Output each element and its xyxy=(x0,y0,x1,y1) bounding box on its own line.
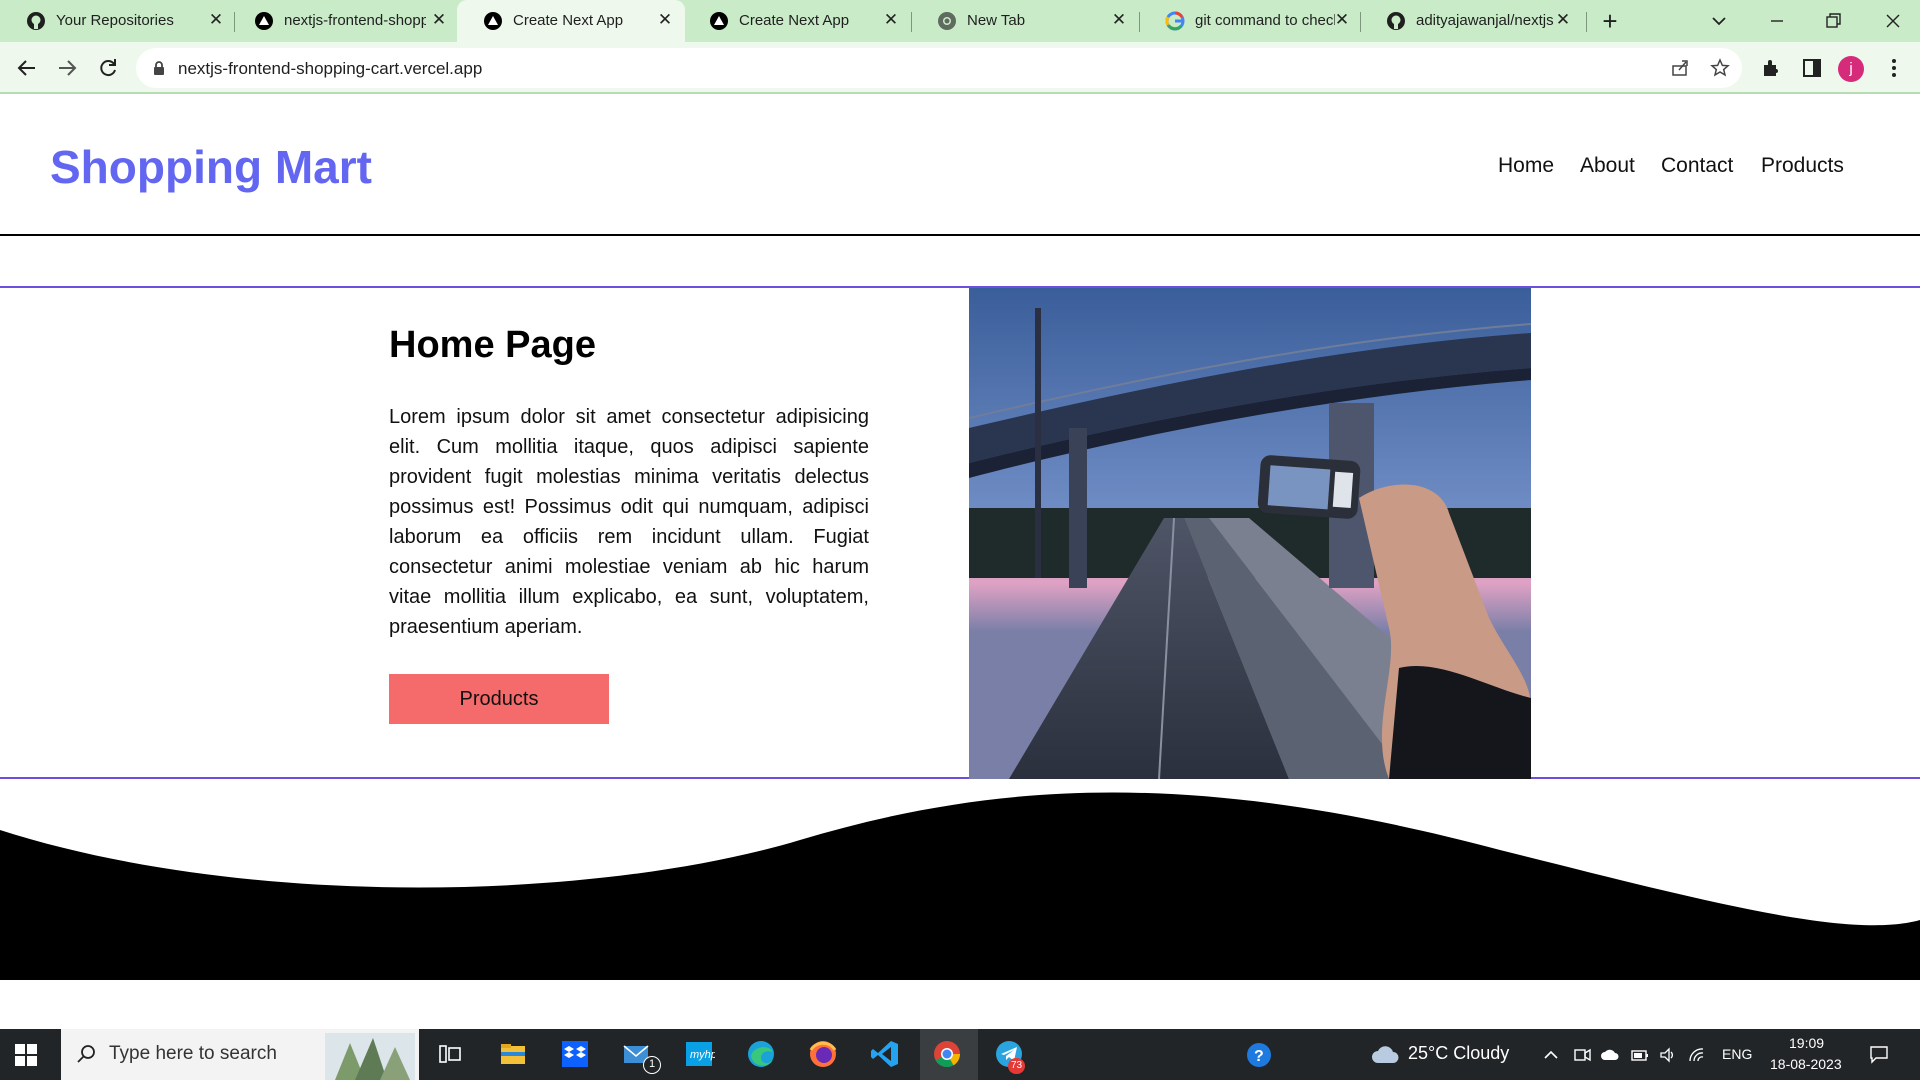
file-explorer-icon[interactable] xyxy=(497,1038,529,1070)
brand-logo[interactable]: Shopping Mart xyxy=(50,140,372,194)
windows-taskbar: Type here to search 1 myhp 73 ? 25°C Clo… xyxy=(0,1029,1920,1080)
clock-time[interactable]: 19:09 xyxy=(1789,1035,1824,1051)
page-title: Home Page xyxy=(389,324,596,366)
close-tab-icon[interactable]: ✕ xyxy=(1109,10,1129,30)
nav-about-link[interactable]: About xyxy=(1580,154,1635,178)
site-header: Shopping Mart Home About Contact Product… xyxy=(0,96,1920,236)
github-icon xyxy=(1387,12,1405,30)
footer-wave-shape xyxy=(0,792,1920,980)
tab-title: Your Repositories xyxy=(56,12,174,29)
nav-contact-link[interactable]: Contact xyxy=(1661,154,1733,178)
nav-products-link[interactable]: Products xyxy=(1761,154,1844,178)
chrome-icon[interactable] xyxy=(931,1038,963,1070)
battery-icon[interactable] xyxy=(1630,1045,1650,1065)
products-button[interactable]: Products xyxy=(389,674,609,724)
onedrive-cloud-icon[interactable] xyxy=(1600,1045,1620,1065)
svg-text:?: ? xyxy=(1254,1048,1264,1065)
share-icon[interactable] xyxy=(1670,58,1690,78)
windows-start-icon[interactable] xyxy=(14,1043,38,1067)
search-highlight-illustration xyxy=(325,1033,415,1080)
tab-create-next-app[interactable]: Create Next App ✕ xyxy=(683,0,911,42)
mail-badge: 1 xyxy=(643,1056,661,1074)
new-tab-button[interactable]: + xyxy=(1596,7,1624,35)
close-tab-icon[interactable]: ✕ xyxy=(881,10,901,30)
close-tab-icon[interactable]: ✕ xyxy=(1553,10,1573,30)
browser-tab-strip: Your Repositories ✕ nextjs-frontend-shop… xyxy=(0,0,1920,42)
hp-icon[interactable]: myhp xyxy=(683,1038,715,1070)
bookmark-star-icon[interactable] xyxy=(1710,58,1730,78)
tab-your-repositories[interactable]: Your Repositories ✕ xyxy=(0,0,228,42)
tab-git-command[interactable]: git command to check ✕ xyxy=(1139,0,1360,42)
hero-paragraph: Lorem ipsum dolor sit amet consectetur a… xyxy=(389,406,869,638)
vercel-icon xyxy=(484,12,502,30)
google-icon xyxy=(1165,11,1185,31)
meet-now-icon[interactable] xyxy=(1572,1045,1592,1065)
side-panel-icon[interactable] xyxy=(1800,56,1824,80)
tab-search-chevron-icon[interactable] xyxy=(1704,6,1734,36)
tab-nextjs-frontend-shopping[interactable]: nextjs-frontend-shopping-cart ✕ xyxy=(228,0,453,42)
lock-icon[interactable] xyxy=(150,59,168,77)
back-arrow-icon[interactable] xyxy=(12,53,42,83)
tab-new-tab[interactable]: New Tab ✕ xyxy=(911,0,1139,42)
close-tab-icon[interactable]: ✕ xyxy=(206,10,226,30)
tab-title: git command to check xyxy=(1195,12,1335,29)
task-view-icon[interactable] xyxy=(434,1038,466,1070)
hero-image xyxy=(969,288,1531,779)
minimize-icon[interactable] xyxy=(1762,6,1792,36)
forward-arrow-icon[interactable] xyxy=(52,53,82,83)
language-indicator[interactable]: ENG xyxy=(1722,1046,1752,1062)
tab-title: adityajawanjal/nextjs xyxy=(1416,12,1554,29)
address-bar[interactable]: nextjs-frontend-shopping-cart.vercel.app xyxy=(136,48,1742,88)
tab-title: nextjs-frontend-shopping-cart xyxy=(284,12,426,29)
tab-title: New Tab xyxy=(967,12,1026,29)
volume-icon[interactable] xyxy=(1658,1045,1678,1065)
vercel-icon xyxy=(255,12,273,30)
svg-text:myhp: myhp xyxy=(690,1049,715,1061)
notifications-icon[interactable] xyxy=(1868,1043,1890,1065)
chrome-icon xyxy=(938,12,956,30)
reload-icon[interactable] xyxy=(93,53,123,83)
vercel-icon xyxy=(710,12,728,30)
web-page: Shopping Mart Home About Contact Product… xyxy=(0,96,1920,1029)
restore-icon[interactable] xyxy=(1818,6,1848,36)
tab-title: Create Next App xyxy=(513,12,624,29)
telegram-badge: 73 xyxy=(1008,1058,1026,1074)
hero-section: Home Page Lorem ipsum dolor sit amet con… xyxy=(0,286,1920,779)
tab-create-next-app-active[interactable]: Create Next App ✕ xyxy=(457,0,685,42)
browser-toolbar: nextjs-frontend-shopping-cart.vercel.app… xyxy=(0,42,1920,94)
nav-home-link[interactable]: Home xyxy=(1498,154,1554,178)
tab-adityajawanjal-nextjs[interactable]: adityajawanjal/nextjs ✕ xyxy=(1360,0,1588,42)
close-tab-icon[interactable]: ✕ xyxy=(655,10,675,30)
help-icon[interactable]: ? xyxy=(1245,1041,1273,1069)
cloudy-weather-icon[interactable] xyxy=(1370,1043,1400,1065)
weather-text[interactable]: 25°C Cloudy xyxy=(1408,1043,1509,1064)
search-placeholder: Type here to search xyxy=(109,1043,277,1064)
close-tab-icon[interactable]: ✕ xyxy=(429,10,449,30)
clock-date[interactable]: 18-08-2023 xyxy=(1770,1056,1842,1072)
close-window-icon[interactable] xyxy=(1878,6,1908,36)
firefox-icon[interactable] xyxy=(807,1038,839,1070)
extensions-puzzle-icon[interactable] xyxy=(1760,56,1784,80)
edge-icon[interactable] xyxy=(745,1038,777,1070)
tab-divider xyxy=(1586,12,1587,32)
taskbar-search-box[interactable]: Type here to search xyxy=(61,1029,419,1080)
github-icon xyxy=(27,12,45,30)
tab-title: Create Next App xyxy=(739,12,850,29)
menu-kebab-icon[interactable] xyxy=(1882,56,1906,80)
wifi-icon[interactable] xyxy=(1687,1045,1707,1065)
vscode-icon[interactable] xyxy=(869,1038,901,1070)
close-tab-icon[interactable]: ✕ xyxy=(1332,10,1352,30)
url-text[interactable]: nextjs-frontend-shopping-cart.vercel.app xyxy=(178,59,482,79)
profile-avatar[interactable]: j xyxy=(1838,56,1864,82)
chevron-up-icon[interactable] xyxy=(1541,1045,1561,1065)
search-icon xyxy=(77,1045,95,1063)
dropbox-icon[interactable] xyxy=(559,1038,591,1070)
